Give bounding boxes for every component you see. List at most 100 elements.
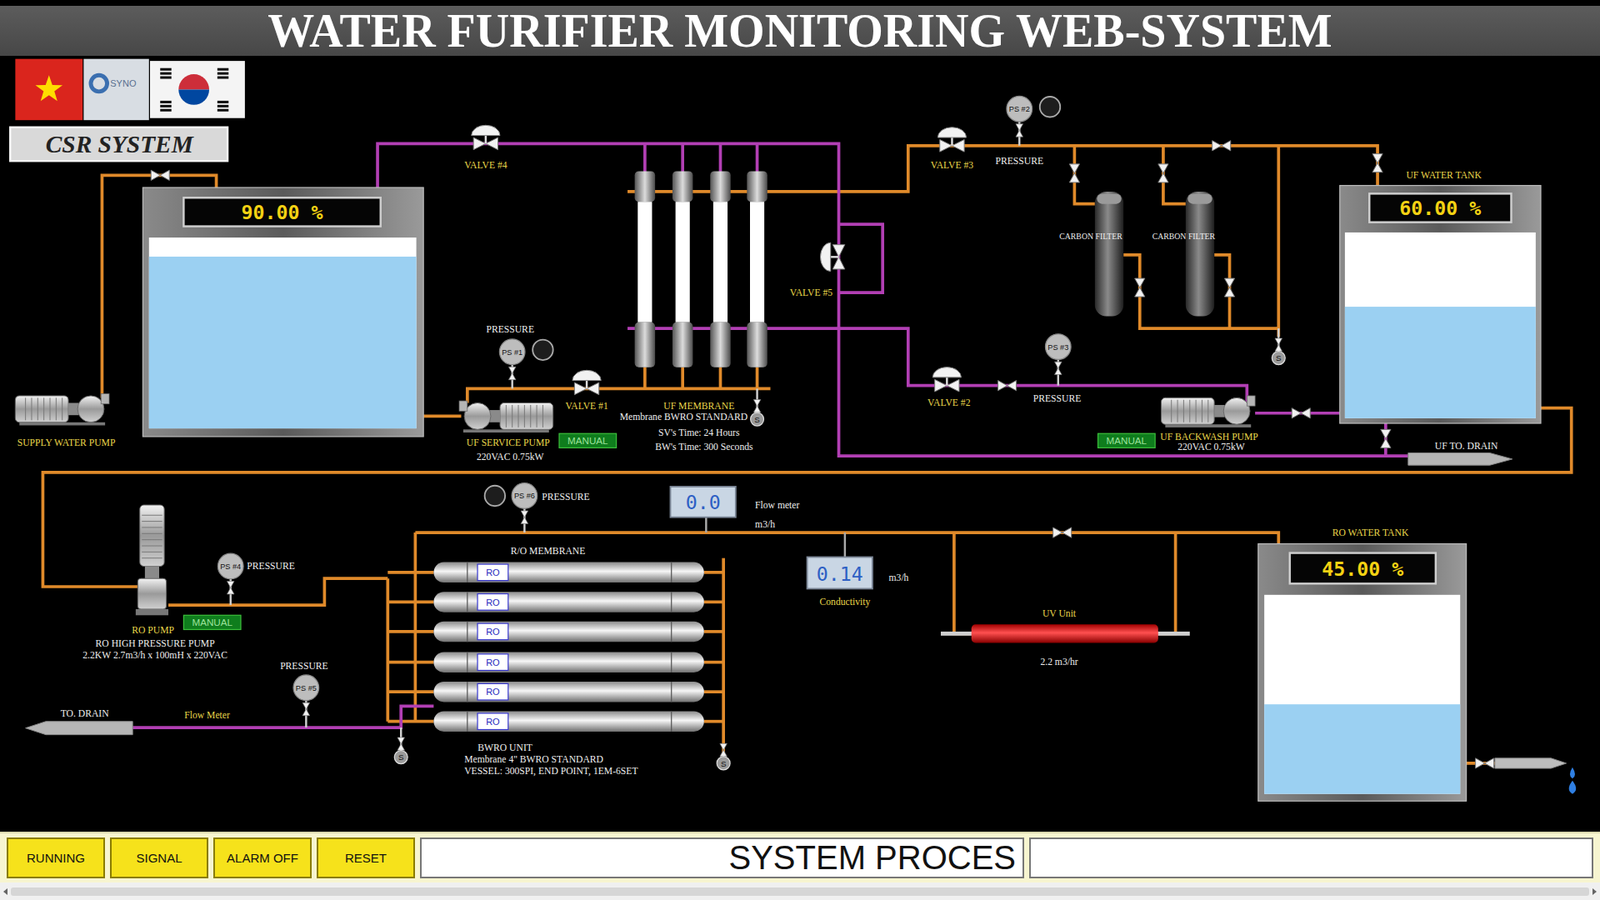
inline-valve-icon[interactable]: [998, 380, 1017, 391]
conductivity-display: 0.14: [807, 556, 873, 589]
actuated-valve[interactable]: VALVE #2: [927, 367, 971, 410]
ro-membrane-element: RO: [433, 621, 704, 643]
pressure-sensor-tag: PS #1: [501, 348, 523, 357]
pressure-label: PRESSURE: [280, 660, 329, 672]
tank-body: [1345, 232, 1536, 419]
sample-point[interactable]: S: [716, 743, 730, 770]
pressure-dial-icon: [532, 340, 553, 361]
drain-outlet: TO. DRAIN: [25, 708, 134, 735]
pump-icon[interactable]: [135, 505, 169, 615]
carbon-filter-label: CARBON FILTER: [1152, 231, 1216, 241]
actuated-valve[interactable]: VALVE #4: [464, 125, 508, 170]
pump[interactable]: SUPPLY WATER PUMP: [15, 393, 115, 448]
tank-water-fill: [1264, 704, 1460, 794]
uv-unit-rating: 2.2 m3/hr: [1040, 656, 1078, 668]
inline-valve-icon[interactable]: [1212, 140, 1231, 151]
control-button[interactable]: ALARM OFF: [213, 837, 312, 879]
control-button[interactable]: RESET: [316, 837, 415, 879]
inline-valve-icon[interactable]: [1372, 154, 1383, 173]
pressure-sensor: PS #1PRESSURE: [485, 324, 553, 389]
valve-icon[interactable]: [572, 370, 601, 395]
pump-label: SUPPLY WATER PUMP: [17, 437, 116, 449]
valve-label: VALVE #4: [464, 160, 508, 171]
pressure-dial-icon: [485, 485, 505, 507]
pump-spec: 2.2KW 2.7m3/h x 100mH x 220VAC: [82, 650, 228, 661]
control-button[interactable]: SIGNAL: [110, 837, 209, 879]
korea-flag-icon: [150, 60, 245, 119]
pressure-sensor-tag: PS #5: [295, 684, 317, 693]
status-text: SYSTEM PROCES: [728, 839, 1016, 877]
svg-text:MANUAL: MANUAL: [191, 616, 233, 628]
sample-point[interactable]: S: [394, 727, 408, 764]
water-tank: 90.00 %: [142, 187, 424, 437]
actuated-valve[interactable]: VALVE #3: [930, 127, 975, 171]
valve-icon[interactable]: [471, 125, 500, 150]
flow-meter-display: 0.0: [670, 486, 735, 518]
actuated-valve[interactable]: VALVE #5: [790, 242, 845, 299]
pressure-label: PRESSURE: [995, 155, 1045, 167]
valve-icon[interactable]: [932, 367, 961, 392]
inline-valve-icon[interactable]: [1380, 429, 1391, 448]
svg-text:S: S: [398, 752, 405, 762]
valve-icon[interactable]: [937, 127, 966, 152]
uf-membrane-model: Membrane BWRO STANDARD: [620, 411, 748, 423]
uf-bw-time: BW's Time: 300 Seconds: [655, 441, 754, 453]
pump-icon[interactable]: [15, 393, 110, 425]
sample-point[interactable]: S: [750, 388, 765, 426]
ro-membrane-element: RO: [433, 710, 704, 732]
ro-vessel-spec: VESSEL: 300SPI, END POINT, 1EM-6SET: [464, 765, 638, 777]
inline-valve-icon[interactable]: [1224, 278, 1235, 297]
pump[interactable]: UF SERVICE PUMP220VAC 0.75kWMANUAL: [459, 400, 617, 463]
pump-mode-badge[interactable]: MANUAL: [559, 433, 617, 448]
pump-icon[interactable]: [459, 400, 554, 433]
page-title: WATER FURIFIER MONITORING WEB-SYSTEM: [267, 5, 1332, 56]
water-drop-icon: [1570, 767, 1575, 779]
tank-level-reading: 90.00 %: [241, 200, 324, 224]
tank-level-display: [183, 197, 380, 226]
uv-unit-label: UV Unit: [1042, 608, 1077, 620]
ro-unit-title: BWRO UNIT: [477, 742, 533, 754]
uf-sv-time: SV's Time: 24 Hours: [658, 427, 740, 439]
pump-mode-badge[interactable]: MANUAL: [1098, 433, 1156, 448]
valve-icon[interactable]: [820, 242, 845, 271]
sample-point[interactable]: S: [1271, 328, 1285, 365]
horizontal-scrollbar[interactable]: [0, 882, 1600, 900]
pump-mode-badge[interactable]: MANUAL: [183, 615, 241, 630]
inline-valve-icon[interactable]: [1053, 527, 1072, 538]
scroll-left-icon[interactable]: [3, 888, 8, 895]
pump-spec: 220VAC 0.75kW: [1177, 441, 1245, 453]
inline-valve-icon[interactable]: [1135, 278, 1145, 297]
pump[interactable]: RO PUMPRO HIGH PRESSURE PUMP2.2KW 2.7m3/…: [82, 505, 241, 661]
inline-valve-icon[interactable]: [1475, 758, 1495, 769]
inline-valve-icon[interactable]: [150, 170, 170, 180]
control-bar: RUNNINGSIGNALALARM OFFRESET SYSTEM PROCES: [0, 831, 1600, 883]
ro-membrane-element: RO: [433, 591, 704, 613]
flow-meter-unit: m3/h: [755, 519, 775, 530]
pressure-label: PRESSURE: [246, 560, 295, 572]
ro-membrane-element: RO: [433, 681, 704, 703]
ro-element-tag: RO: [485, 686, 500, 697]
tank-label: UF WATER TANK: [1405, 170, 1482, 181]
pressure-sensor-tag: PS #3: [1047, 343, 1069, 352]
conductivity-reading: 0.14: [816, 562, 864, 585]
valve-label: VALVE #3: [930, 160, 975, 171]
signal-lines: [705, 517, 845, 558]
inline-valve-icon[interactable]: [1158, 164, 1169, 183]
inline-valve-icon[interactable]: [1069, 164, 1080, 183]
pump[interactable]: UF BACKWASH PUMP220VAC 0.75kWMANUAL: [1098, 395, 1259, 453]
scroll-track[interactable]: [10, 887, 1590, 896]
svg-text:MANUAL: MANUAL: [1106, 435, 1148, 446]
system-process-status: SYSTEM PROCES: [420, 837, 1025, 879]
pressure-sensor-tag: PS #2: [1009, 105, 1030, 114]
pressure-sensor-tag: PS #6: [514, 491, 535, 500]
valve-label: VALVE #5: [790, 287, 834, 299]
scroll-right-icon[interactable]: [1592, 888, 1597, 895]
inline-valve-icon[interactable]: [1291, 408, 1310, 419]
control-button[interactable]: RUNNING: [6, 837, 105, 879]
ro-element-tag: RO: [485, 657, 500, 668]
tank-water-fill: [1345, 306, 1536, 419]
pump-icon[interactable]: [1160, 395, 1255, 428]
drain-arrow-icon: [1408, 453, 1513, 466]
actuated-valve[interactable]: VALVE #1: [565, 370, 609, 412]
pump-spec: RO HIGH PRESSURE PUMP: [95, 638, 215, 650]
